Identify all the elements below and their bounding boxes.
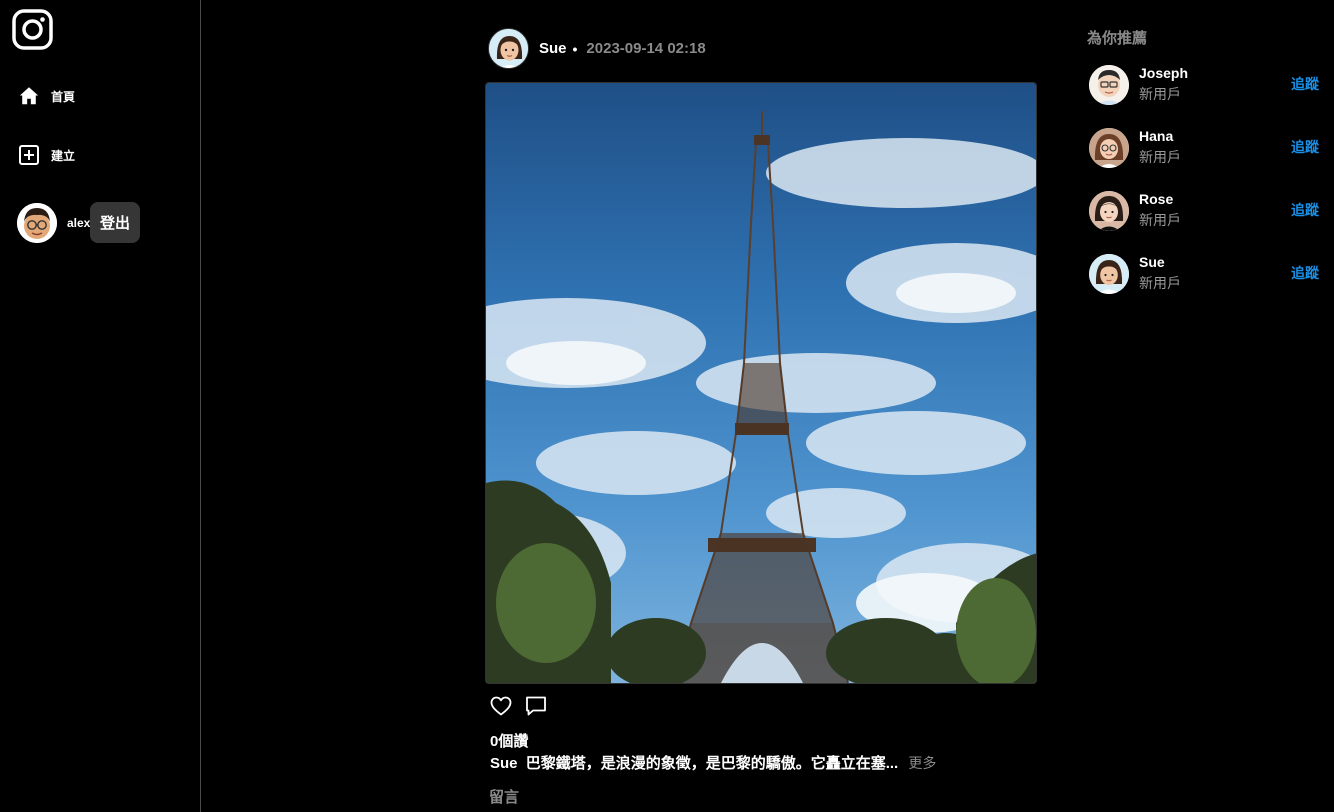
- post-username[interactable]: Sue: [539, 40, 567, 57]
- avatar[interactable]: [488, 28, 529, 69]
- post-image[interactable]: [485, 82, 1037, 684]
- suggestions-title: 為你推薦: [1087, 30, 1148, 47]
- suggestion-subtitle: 新用戶: [1139, 212, 1181, 228]
- suggestion-name[interactable]: Hana: [1139, 128, 1173, 144]
- profile-username: alex: [67, 216, 91, 230]
- suggestion-subtitle: 新用戶: [1139, 149, 1181, 165]
- avatar: [17, 203, 57, 243]
- caption-text: 巴黎鐵塔，是浪漫的象徵，是巴黎的驕傲。它矗立在塞...: [525, 755, 899, 772]
- avatar[interactable]: [1089, 65, 1129, 105]
- suggestion-item: Joseph 新用戶 追蹤: [1089, 65, 1319, 105]
- caption-username[interactable]: Sue: [490, 755, 518, 772]
- follow-button[interactable]: 追蹤: [1291, 74, 1319, 94]
- avatar[interactable]: [1089, 254, 1129, 294]
- home-icon: [18, 85, 40, 107]
- instagram-icon[interactable]: [12, 9, 53, 50]
- logout-button[interactable]: 登出: [90, 202, 140, 243]
- comment-link[interactable]: 留言: [489, 786, 519, 807]
- comment-icon[interactable]: [524, 694, 548, 718]
- post-timestamp: 2023-09-14 02:18: [586, 40, 706, 57]
- follow-button[interactable]: 追蹤: [1291, 137, 1319, 157]
- avatar[interactable]: [1089, 128, 1129, 168]
- heart-icon[interactable]: [489, 694, 513, 718]
- more-link[interactable]: 更多: [908, 755, 936, 771]
- suggestion-item: Rose 新用戶 追蹤: [1089, 191, 1319, 231]
- likes-count: 0個讚: [490, 733, 529, 750]
- suggestion-subtitle: 新用戶: [1139, 275, 1181, 291]
- post-actions: [489, 694, 559, 718]
- post-caption: Sue 巴黎鐵塔，是浪漫的象徵，是巴黎的驕傲。它矗立在塞... 更多: [490, 752, 936, 773]
- suggestion-item: Hana 新用戶 追蹤: [1089, 128, 1319, 168]
- suggestion-subtitle: 新用戶: [1139, 86, 1181, 102]
- suggestion-name[interactable]: Joseph: [1139, 65, 1188, 81]
- sidebar-item-home[interactable]: 首頁: [18, 85, 75, 107]
- suggestion-name[interactable]: Rose: [1139, 191, 1173, 207]
- avatar[interactable]: [1089, 191, 1129, 231]
- post-header: Sue • 2023-09-14 02:18: [488, 28, 706, 69]
- sidebar-item-label: 首頁: [51, 89, 76, 104]
- sidebar: 首頁 建立 alex 登出: [0, 0, 201, 812]
- suggestion-name[interactable]: Sue: [1139, 254, 1165, 270]
- plus-square-icon: [18, 144, 40, 166]
- suggestion-item: Sue 新用戶 追蹤: [1089, 254, 1319, 294]
- follow-button[interactable]: 追蹤: [1291, 200, 1319, 220]
- sidebar-profile[interactable]: alex: [17, 203, 90, 243]
- sidebar-item-label: 建立: [51, 148, 76, 163]
- separator-dot: •: [572, 40, 578, 57]
- sidebar-item-create[interactable]: 建立: [18, 144, 75, 166]
- app-root: 首頁 建立 alex 登出 Sue • 2023-09-14 02:18 0個讚…: [0, 0, 1334, 812]
- follow-button[interactable]: 追蹤: [1291, 263, 1319, 283]
